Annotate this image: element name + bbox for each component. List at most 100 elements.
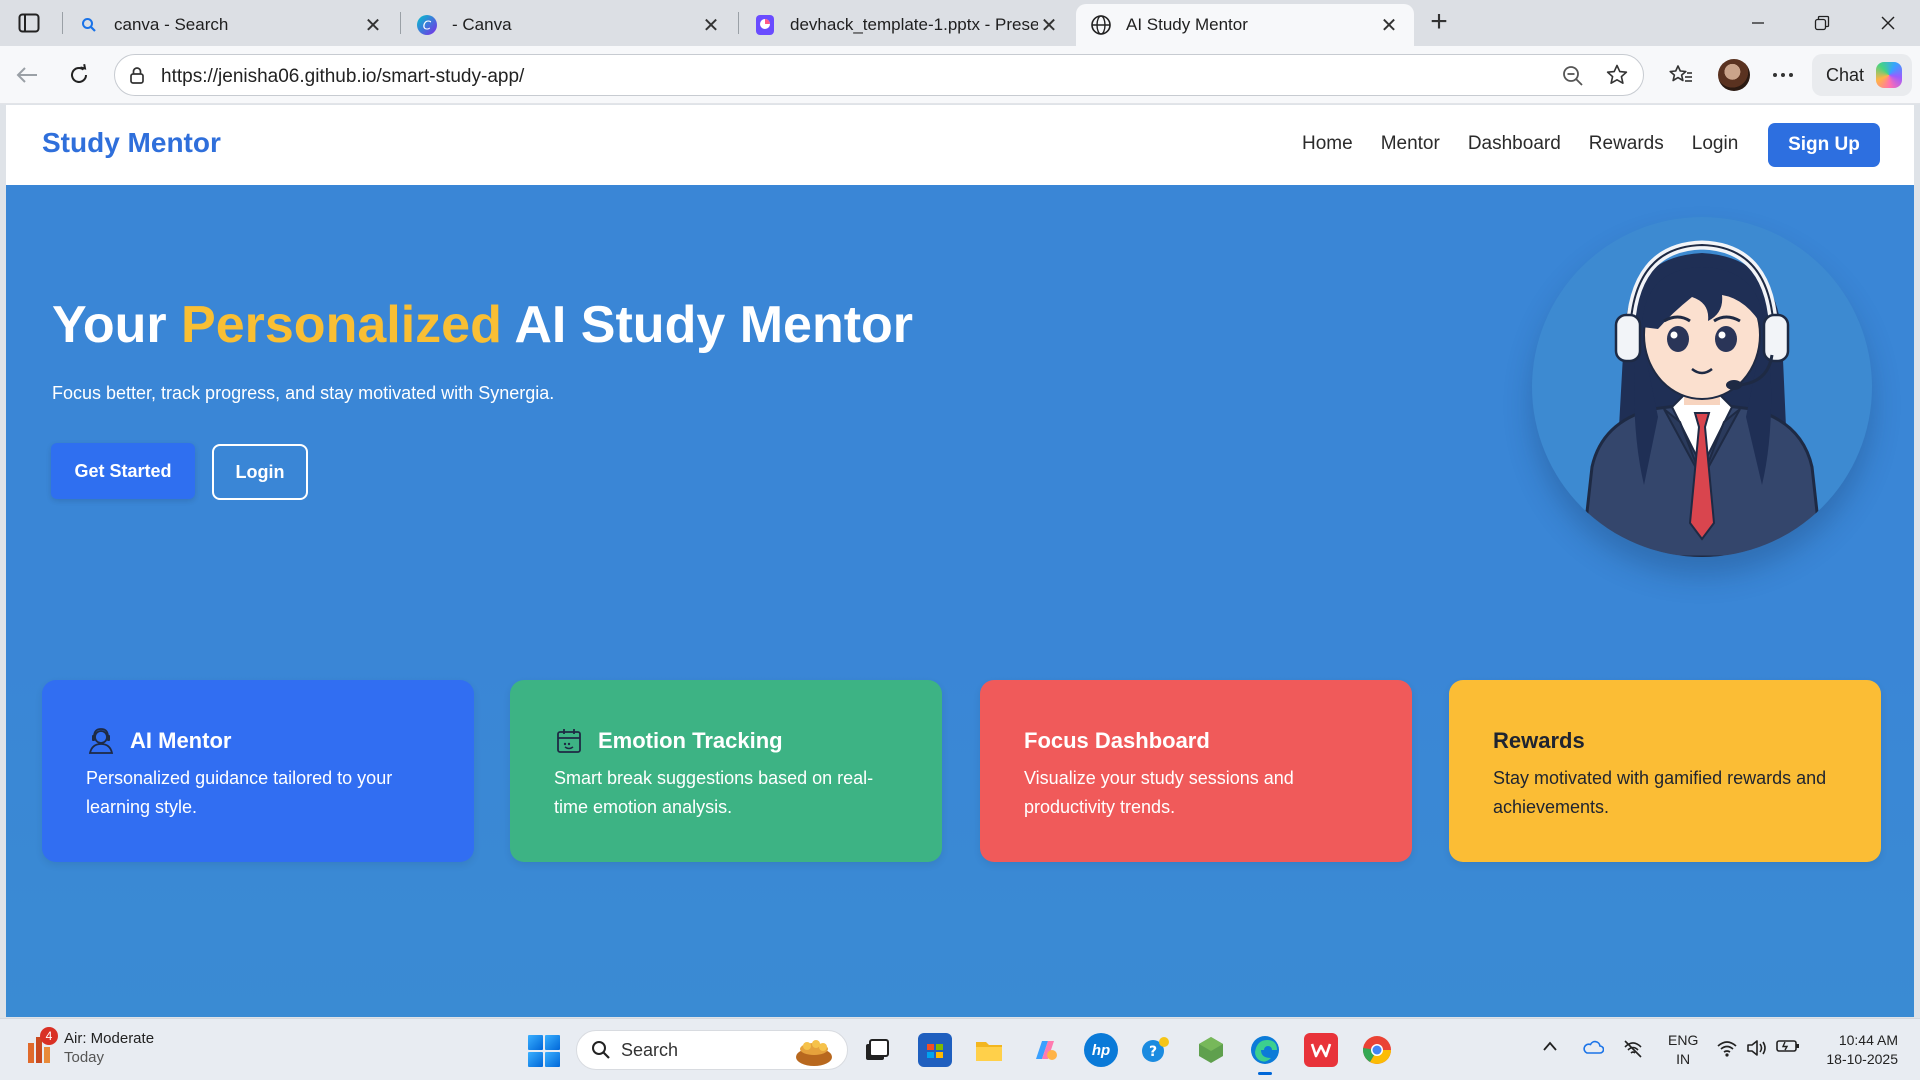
zoom-out-icon[interactable]	[1561, 64, 1585, 93]
tab-separator	[738, 12, 739, 34]
hero-title-highlight: Personalized	[181, 296, 502, 354]
card-rewards[interactable]: Rewards Stay motivated with gamified rew…	[1449, 680, 1881, 862]
hp-icon[interactable]: hp	[1084, 1033, 1118, 1067]
card-emotion-tracking[interactable]: Emotion Tracking Smart break suggestions…	[510, 680, 942, 862]
search-icon	[78, 14, 100, 36]
more-options-icon[interactable]	[1766, 58, 1800, 92]
wifi-icon[interactable]	[1716, 1039, 1738, 1061]
help-icon[interactable]: ?	[1138, 1033, 1172, 1067]
language-region: IN	[1676, 1051, 1691, 1067]
card-focus-dashboard[interactable]: Focus Dashboard Visualize your study ses…	[980, 680, 1412, 862]
new-tab-button[interactable]: +	[1424, 7, 1454, 38]
restore-icon[interactable]	[1802, 8, 1842, 38]
card-title: AI Mentor	[130, 728, 232, 753]
chat-label: Chat	[1826, 64, 1865, 85]
wps-office-icon[interactable]	[1304, 1033, 1338, 1067]
mentor-illustration	[1532, 217, 1872, 557]
tab-devhack-pptx[interactable]: devhack_template-1.pptx - Presen ✕	[740, 4, 1074, 46]
tab-canva[interactable]: C - Canva ✕	[402, 4, 736, 46]
copilot-icon	[1876, 62, 1902, 88]
edge-browser-icon[interactable]	[1248, 1033, 1282, 1075]
lock-icon[interactable]	[127, 65, 147, 90]
tab-separator	[400, 12, 401, 34]
show-hidden-icons[interactable]	[1542, 1039, 1558, 1056]
nav-dashboard[interactable]: Dashboard	[1468, 133, 1561, 155]
site-brand[interactable]: Study Mentor	[42, 127, 221, 159]
site-navbar: Study Mentor Home Mentor Dashboard Rewar…	[6, 105, 1914, 185]
favorite-star-icon[interactable]	[1605, 63, 1629, 92]
search-icon	[591, 1040, 611, 1060]
back-icon[interactable]	[10, 58, 44, 92]
chrome-icon[interactable]	[1360, 1033, 1394, 1067]
close-window-icon[interactable]	[1868, 8, 1908, 38]
card-title: Rewards	[1493, 728, 1585, 753]
globe-icon	[1090, 14, 1112, 36]
network-off-icon[interactable]	[1622, 1039, 1644, 1063]
address-bar[interactable]: https://jenisha06.github.io/smart-study-…	[114, 54, 1644, 96]
card-text: Stay motivated with gamified rewards and…	[1493, 768, 1827, 817]
card-text: Visualize your study sessions and produc…	[1024, 768, 1294, 817]
minimize-icon[interactable]	[1738, 8, 1778, 38]
nav-rewards[interactable]: Rewards	[1589, 133, 1664, 155]
copilot-chat-button[interactable]: Chat	[1812, 54, 1912, 96]
nav-login[interactable]: Login	[1692, 133, 1739, 155]
close-tab-icon[interactable]: ✕	[362, 14, 384, 37]
windows-taskbar: 4 Air: Moderate Today Search hp ? ENG IN…	[0, 1018, 1920, 1080]
svg-text:C: C	[423, 19, 432, 33]
calendar-icon	[554, 726, 584, 756]
taskbar-search-placeholder: Search	[621, 1039, 679, 1060]
favorites-icon[interactable]	[1664, 58, 1698, 92]
clock-time: 10:44 AM	[1838, 1032, 1898, 1048]
card-ai-mentor[interactable]: AI Mentor Personalized guidance tailored…	[42, 680, 474, 862]
volume-icon[interactable]	[1746, 1039, 1768, 1061]
task-view-icon[interactable]	[860, 1033, 894, 1067]
signup-button[interactable]: Sign Up	[1768, 123, 1880, 167]
refresh-icon[interactable]	[62, 58, 96, 92]
tab-separator	[62, 12, 63, 34]
mentor-icon	[86, 726, 116, 756]
tab-title: - Canva	[452, 15, 512, 34]
file-explorer-icon[interactable]	[972, 1033, 1006, 1067]
hero-title-suffix: AI Study Mentor	[501, 296, 914, 354]
tab-title: devhack_template-1.pptx - Presen	[790, 15, 1038, 34]
card-title: Emotion Tracking	[598, 728, 783, 753]
onedrive-icon[interactable]	[1582, 1039, 1605, 1059]
browser-toolbar: https://jenisha06.github.io/smart-study-…	[0, 46, 1920, 104]
url-text[interactable]: https://jenisha06.github.io/smart-study-…	[161, 66, 524, 88]
feature-cards: AI Mentor Personalized guidance tailored…	[42, 680, 1882, 862]
system-clock[interactable]: 10:44 AM 18-10-2025	[1806, 1031, 1898, 1069]
nodejs-icon[interactable]	[1194, 1033, 1228, 1067]
taskbar-search[interactable]: Search	[576, 1030, 848, 1070]
hero-section: Your Personalized AI Study Mentor Focus …	[6, 185, 1914, 1017]
nav-home[interactable]: Home	[1302, 133, 1353, 155]
tab-title: AI Study Mentor	[1126, 15, 1248, 34]
nav-mentor[interactable]: Mentor	[1381, 133, 1440, 155]
language-code: ENG	[1668, 1032, 1699, 1048]
get-started-button[interactable]: Get Started	[51, 443, 195, 499]
hero-title: Your Personalized AI Study Mentor	[52, 295, 913, 355]
weather-badge: 4	[40, 1027, 58, 1045]
copilot-app-icon[interactable]	[1028, 1033, 1062, 1067]
close-tab-icon[interactable]: ✕	[1378, 14, 1400, 37]
close-tab-icon[interactable]: ✕	[700, 14, 722, 37]
close-tab-icon[interactable]: ✕	[1038, 14, 1060, 37]
tab-ai-study-mentor[interactable]: AI Study Mentor ✕	[1076, 4, 1414, 46]
hero-subtitle: Focus better, track progress, and stay m…	[52, 383, 555, 403]
tab-actions-icon[interactable]	[14, 10, 44, 36]
web-page: Study Mentor Home Mentor Dashboard Rewar…	[6, 105, 1914, 1017]
powerpoint-icon	[754, 14, 776, 36]
language-indicator[interactable]: ENG IN	[1668, 1031, 1698, 1069]
profile-avatar[interactable]	[1718, 59, 1750, 91]
microsoft-store-icon[interactable]	[918, 1033, 952, 1067]
air-quality-icon: 4	[24, 1027, 58, 1065]
hero-login-button[interactable]: Login	[212, 444, 308, 500]
canva-icon: C	[416, 14, 438, 36]
battery-icon[interactable]	[1776, 1039, 1800, 1057]
start-button[interactable]	[528, 1035, 560, 1067]
tab-canva-search[interactable]: canva - Search ✕	[64, 4, 398, 46]
search-highlight-icon	[791, 1035, 837, 1067]
weather-widget[interactable]: 4 Air: Moderate Today	[24, 1027, 154, 1067]
weather-subtitle: Today	[64, 1049, 105, 1066]
card-text: Smart break suggestions based on real-ti…	[554, 768, 874, 817]
browser-tab-strip: canva - Search ✕ C - Canva ✕ devhack_tem…	[0, 0, 1920, 46]
